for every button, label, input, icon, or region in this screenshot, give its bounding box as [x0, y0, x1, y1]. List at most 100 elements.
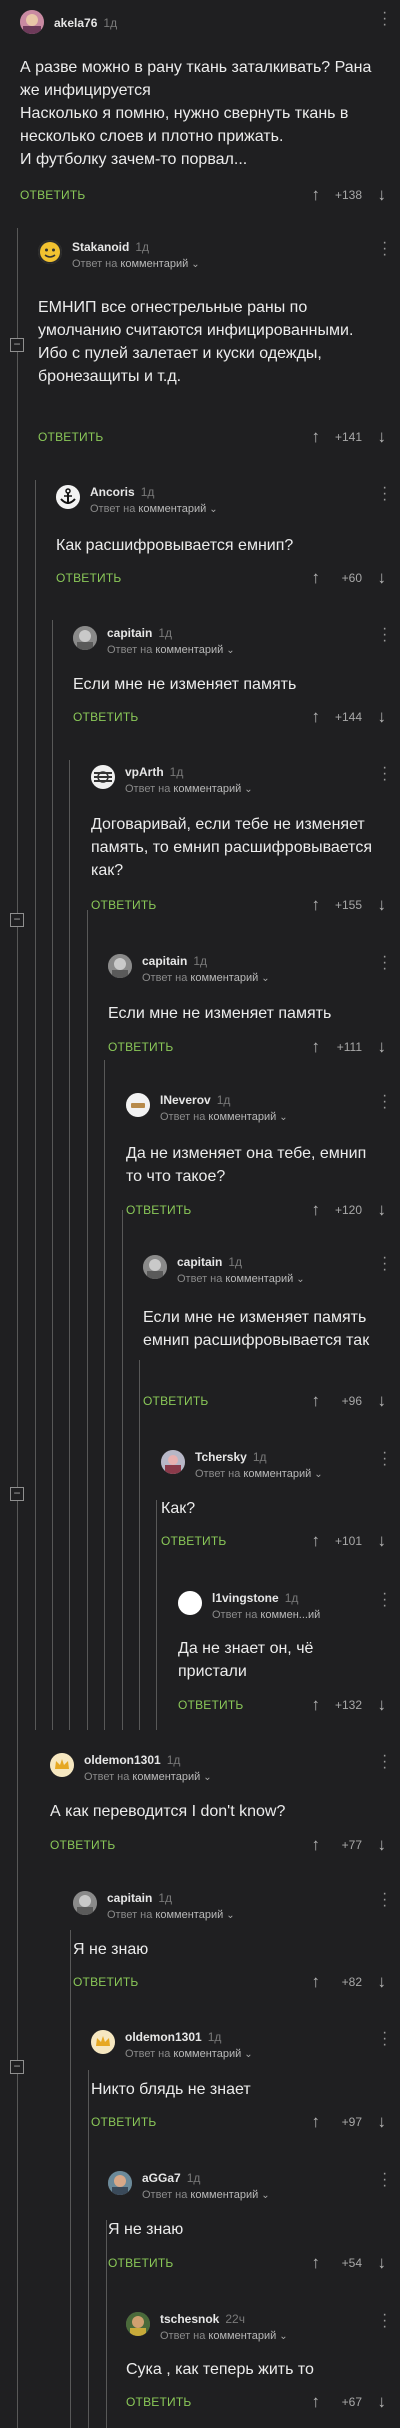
username-text[interactable]: capitain	[107, 1891, 152, 1905]
upvote-icon[interactable]: ↑	[312, 1391, 321, 1411]
upvote-icon[interactable]: ↑	[312, 1037, 321, 1057]
more-options-icon[interactable]: · · ·	[382, 235, 387, 263]
username-text[interactable]: Tchersky	[195, 1450, 247, 1464]
tchersky-avatar[interactable]	[161, 1450, 185, 1474]
reply-button[interactable]: ОТВЕТИТЬ	[143, 1394, 208, 1408]
reply-target[interactable]: комментарий	[132, 1771, 200, 1783]
more-options-icon[interactable]: · · ·	[382, 2307, 387, 2335]
collapse-thread-button[interactable]: −	[10, 913, 24, 927]
reply-target[interactable]: комментарий	[138, 503, 206, 515]
chevron-down-icon[interactable]: ⌄	[314, 1469, 322, 1480]
more-options-icon[interactable]: · · ·	[382, 760, 387, 788]
chevron-down-icon[interactable]: ⌄	[209, 504, 217, 515]
downvote-icon[interactable]: ↓	[378, 1200, 387, 1220]
more-options-icon[interactable]: · · ·	[382, 1088, 387, 1116]
chevron-down-icon[interactable]: ⌄	[244, 2049, 252, 2060]
username-text[interactable]: capitain	[142, 954, 187, 968]
capitain-avatar[interactable]	[108, 954, 132, 978]
username-text[interactable]: aGGa7	[142, 2171, 181, 2185]
more-options-icon[interactable]: · · ·	[382, 621, 387, 649]
anchor-avatar[interactable]	[56, 485, 80, 509]
downvote-icon[interactable]: ↓	[378, 1695, 387, 1715]
username[interactable]: Tchersky 1д	[195, 1450, 267, 1464]
reply-to-link[interactable]: Ответ на комментарий ⌄	[72, 258, 200, 270]
upvote-icon[interactable]: ↑	[312, 2253, 321, 2273]
reply-to-link[interactable]: Ответ на комментарий ⌄	[160, 2330, 288, 2342]
chevron-down-icon[interactable]: ⌄	[226, 645, 234, 656]
more-options-icon[interactable]: · · ·	[382, 1445, 387, 1473]
username-text[interactable]: Ancoris	[90, 485, 135, 499]
downvote-icon[interactable]: ↓	[378, 2253, 387, 2273]
username[interactable]: oldemon1301 1д	[84, 1753, 180, 1767]
username-text[interactable]: oldemon1301	[84, 1753, 161, 1767]
username-text[interactable]: Stakanoid	[72, 240, 129, 254]
downvote-icon[interactable]: ↓	[378, 185, 387, 205]
reply-to-link[interactable]: Ответ на комментарий ⌄	[195, 1468, 323, 1480]
more-options-icon[interactable]: · · ·	[382, 480, 387, 508]
username-text[interactable]: vpArth	[125, 765, 164, 779]
username-text[interactable]: capitain	[107, 626, 152, 640]
username[interactable]: Stakanoid 1д	[72, 240, 149, 254]
downvote-icon[interactable]: ↓	[378, 2392, 387, 2412]
reply-to-link[interactable]: Ответ на комментарий ⌄	[142, 2189, 270, 2201]
more-options-icon[interactable]: · · ·	[382, 5, 387, 33]
downvote-icon[interactable]: ↓	[378, 707, 387, 727]
reply-target[interactable]: коммен...ий	[260, 1609, 320, 1621]
reply-target[interactable]: комментарий	[155, 644, 223, 656]
reply-button[interactable]: ОТВЕТИТЬ	[73, 1975, 138, 1989]
capitain-avatar[interactable]	[73, 1891, 97, 1915]
reply-to-link[interactable]: Ответ на коммен...ий	[212, 1609, 320, 1621]
reply-target[interactable]: комментарий	[155, 1909, 223, 1921]
downvote-icon[interactable]: ↓	[378, 1391, 387, 1411]
reply-target[interactable]: комментарий	[173, 2048, 241, 2060]
reply-button[interactable]: ОТВЕТИТЬ	[126, 2395, 191, 2409]
reply-button[interactable]: ОТВЕТИТЬ	[91, 898, 156, 912]
reply-target[interactable]: комментарий	[173, 783, 241, 795]
reply-to-link[interactable]: Ответ на комментарий ⌄	[125, 783, 253, 795]
username[interactable]: capitain 1д	[107, 1891, 172, 1905]
reply-to-link[interactable]: Ответ на комментарий ⌄	[142, 972, 270, 984]
more-options-icon[interactable]: · · ·	[382, 2166, 387, 2194]
reply-button[interactable]: ОТВЕТИТЬ	[178, 1698, 243, 1712]
chevron-down-icon[interactable]: ⌄	[244, 784, 252, 795]
more-options-icon[interactable]: · · ·	[382, 949, 387, 977]
upvote-icon[interactable]: ↑	[312, 895, 321, 915]
more-options-icon[interactable]: · · ·	[382, 1586, 387, 1614]
upvote-icon[interactable]: ↑	[312, 2112, 321, 2132]
username[interactable]: akela76 1д	[54, 16, 117, 30]
username-text[interactable]: akela76	[54, 16, 97, 30]
upvote-icon[interactable]: ↑	[312, 2392, 321, 2412]
emoji-avatar[interactable]	[38, 240, 62, 264]
reply-button[interactable]: ОТВЕТИТЬ	[20, 188, 85, 202]
akela76-avatar[interactable]	[20, 10, 44, 34]
chevron-down-icon[interactable]: ⌄	[191, 259, 199, 270]
upvote-icon[interactable]: ↑	[312, 1200, 321, 1220]
username[interactable]: capitain 1д	[107, 626, 172, 640]
reply-button[interactable]: ОТВЕТИТЬ	[50, 1838, 115, 1852]
crown-avatar[interactable]	[91, 2030, 115, 2054]
more-options-icon[interactable]: · · ·	[382, 1886, 387, 1914]
username-text[interactable]: oldemon1301	[125, 2030, 202, 2044]
username[interactable]: aGGa7 1д	[142, 2171, 200, 2185]
reply-target[interactable]: комментарий	[225, 1273, 293, 1285]
reply-to-link[interactable]: Ответ на комментарий ⌄	[125, 2048, 253, 2060]
capitain-avatar[interactable]	[143, 1255, 167, 1279]
pattern-avatar[interactable]	[91, 765, 115, 789]
downvote-icon[interactable]: ↓	[378, 895, 387, 915]
reply-to-link[interactable]: Ответ на комментарий ⌄	[177, 1273, 305, 1285]
downvote-icon[interactable]: ↓	[378, 568, 387, 588]
username[interactable]: INeverov 1д	[160, 1093, 230, 1107]
upvote-icon[interactable]: ↑	[312, 568, 321, 588]
reply-to-link[interactable]: Ответ на комментарий ⌄	[90, 503, 218, 515]
reply-button[interactable]: ОТВЕТИТЬ	[126, 1203, 191, 1217]
username[interactable]: capitain 1д	[142, 954, 207, 968]
collapse-thread-button[interactable]: −	[10, 1487, 24, 1501]
username-text[interactable]: capitain	[177, 1255, 222, 1269]
username[interactable]: Ancoris 1д	[90, 485, 154, 499]
downvote-icon[interactable]: ↓	[378, 1037, 387, 1057]
upvote-icon[interactable]: ↑	[312, 185, 321, 205]
reply-target[interactable]: комментарий	[190, 972, 258, 984]
upvote-icon[interactable]: ↑	[312, 1695, 321, 1715]
white-avatar[interactable]	[178, 1591, 202, 1615]
reply-button[interactable]: ОТВЕТИТЬ	[91, 2115, 156, 2129]
